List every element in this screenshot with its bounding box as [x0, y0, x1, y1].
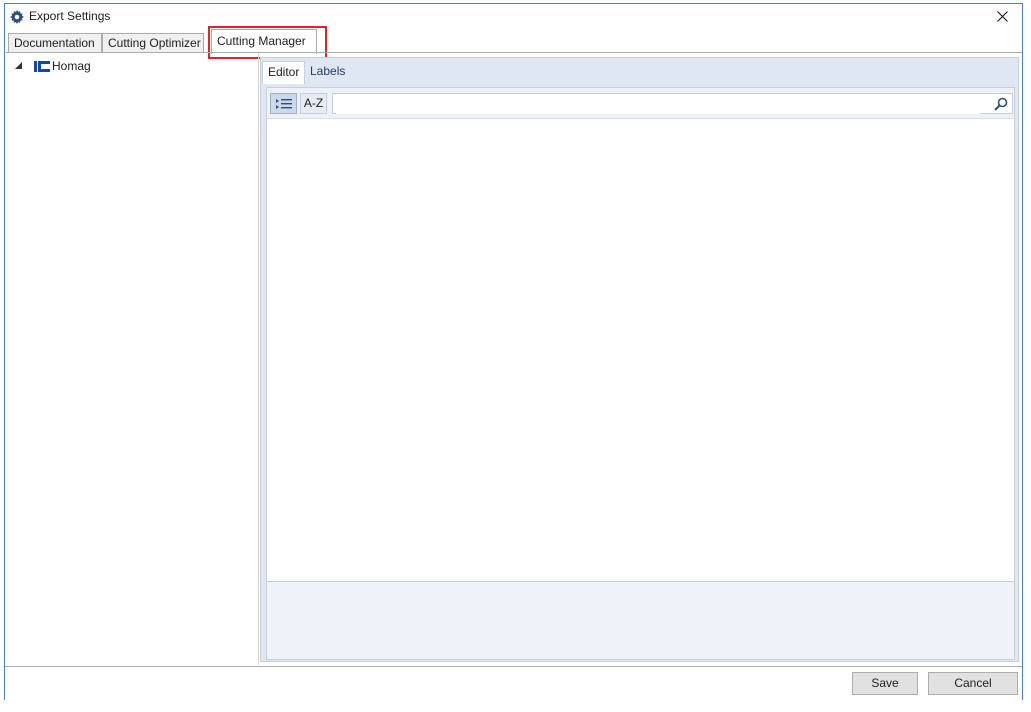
search-box[interactable]	[332, 93, 1013, 114]
categorized-view-button[interactable]	[270, 93, 297, 114]
search-icon[interactable]	[994, 97, 1008, 111]
cancel-button[interactable]: Cancel	[928, 672, 1018, 695]
window-title: Export Settings	[29, 9, 111, 23]
search-input[interactable]	[336, 94, 980, 114]
editor-panel: Editor Labels A-Z	[260, 57, 1019, 662]
export-settings-window: Export Settings Documentation Cutting Op…	[4, 3, 1023, 700]
gear-icon	[10, 10, 24, 24]
close-button[interactable]	[988, 5, 1018, 29]
property-editor: A-Z	[266, 87, 1015, 660]
tab-labels[interactable]: Labels	[305, 61, 350, 83]
tree-item-label: Homag	[52, 59, 91, 73]
tab-documentation[interactable]: Documentation	[8, 33, 102, 52]
editor-toolbar: A-Z	[267, 88, 1014, 119]
tree-view: Homag	[6, 53, 259, 665]
tab-cutting-manager[interactable]: Cutting Manager	[211, 29, 317, 54]
tree-item-homag[interactable]: Homag	[14, 58, 91, 74]
homag-logo-icon	[34, 60, 50, 72]
property-grid	[267, 119, 1014, 581]
tab-cutting-optimizer[interactable]: Cutting Optimizer	[102, 33, 204, 52]
title-bar: Export Settings	[5, 4, 1022, 30]
tab-content: Homag Editor Labels A-Z	[6, 52, 1022, 666]
categorized-list-icon	[275, 99, 292, 109]
dialog-footer: Save Cancel	[5, 666, 1022, 700]
description-pane	[267, 581, 1014, 659]
expanded-arrow-icon[interactable]	[14, 61, 26, 71]
close-icon	[997, 11, 1008, 22]
tab-editor[interactable]: Editor	[262, 61, 306, 84]
sort-az-button[interactable]: A-Z	[300, 93, 327, 114]
save-button[interactable]: Save	[852, 672, 918, 695]
